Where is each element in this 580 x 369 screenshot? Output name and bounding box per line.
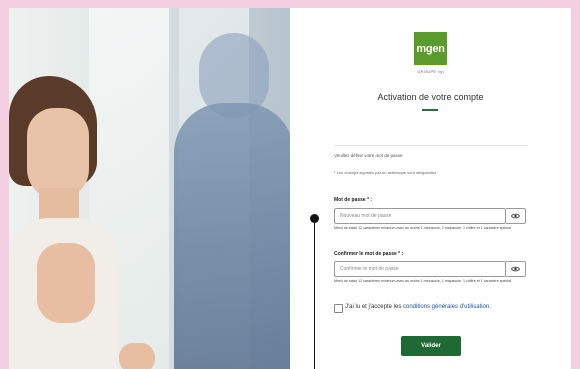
divider [334, 145, 528, 146]
confirm-password-field[interactable]: Confirmer le mot de passe [334, 261, 506, 277]
required-note: * Les champs signalés par un astérisque … [334, 170, 437, 175]
password-label: Mot de passe * : [334, 197, 373, 203]
mgen-logo: mgen [414, 32, 447, 65]
activation-panel: mgen GROUPE vyv Activation de votre comp… [290, 8, 571, 369]
page-frame: mgen GROUPE vyv Activation de votre comp… [9, 8, 571, 369]
annotation-pointer-line [314, 218, 315, 369]
password-field[interactable]: Nouveau mot de passe [334, 208, 506, 224]
password-placeholder: Nouveau mot de passe [340, 213, 392, 219]
page-title: Activation de votre compte [377, 92, 484, 102]
photo-woman-hand [37, 243, 95, 323]
password-visibility-toggle[interactable] [506, 208, 526, 224]
photo-hand [119, 343, 155, 369]
confirm-password-label: Confirmer le mot de passe * : [334, 251, 404, 257]
eye-icon [511, 266, 520, 272]
confirm-password-help: Merci de saisir 12 caractères minimum av… [334, 279, 512, 283]
submit-button[interactable]: Valider [401, 336, 461, 356]
terms-prefix: J'ai lu et j'accepte les [345, 304, 403, 310]
photo-blurred-person [174, 103, 290, 369]
confirm-password-visibility-toggle[interactable] [506, 261, 526, 277]
hero-photo [9, 8, 290, 369]
eye-icon [511, 213, 520, 219]
logo-text: mgen [416, 42, 445, 55]
photo-woman-face [27, 108, 89, 200]
terms-checkbox[interactable] [334, 304, 343, 313]
title-underline [422, 109, 438, 111]
terms-link[interactable]: conditions générales d'utilisation [403, 304, 489, 310]
password-help: Merci de saisir 12 caractères minimum av… [334, 226, 512, 230]
terms-label: J'ai lu et j'accepte les conditions géné… [345, 304, 491, 310]
annotation-pointer-dot [310, 214, 319, 223]
terms-suffix: . [489, 304, 491, 310]
confirm-password-placeholder: Confirmer le mot de passe [340, 266, 399, 272]
logo-subtext: GROUPE vyv [417, 69, 445, 74]
intro-text: Veuillez définir votre mot de passe [334, 153, 403, 158]
